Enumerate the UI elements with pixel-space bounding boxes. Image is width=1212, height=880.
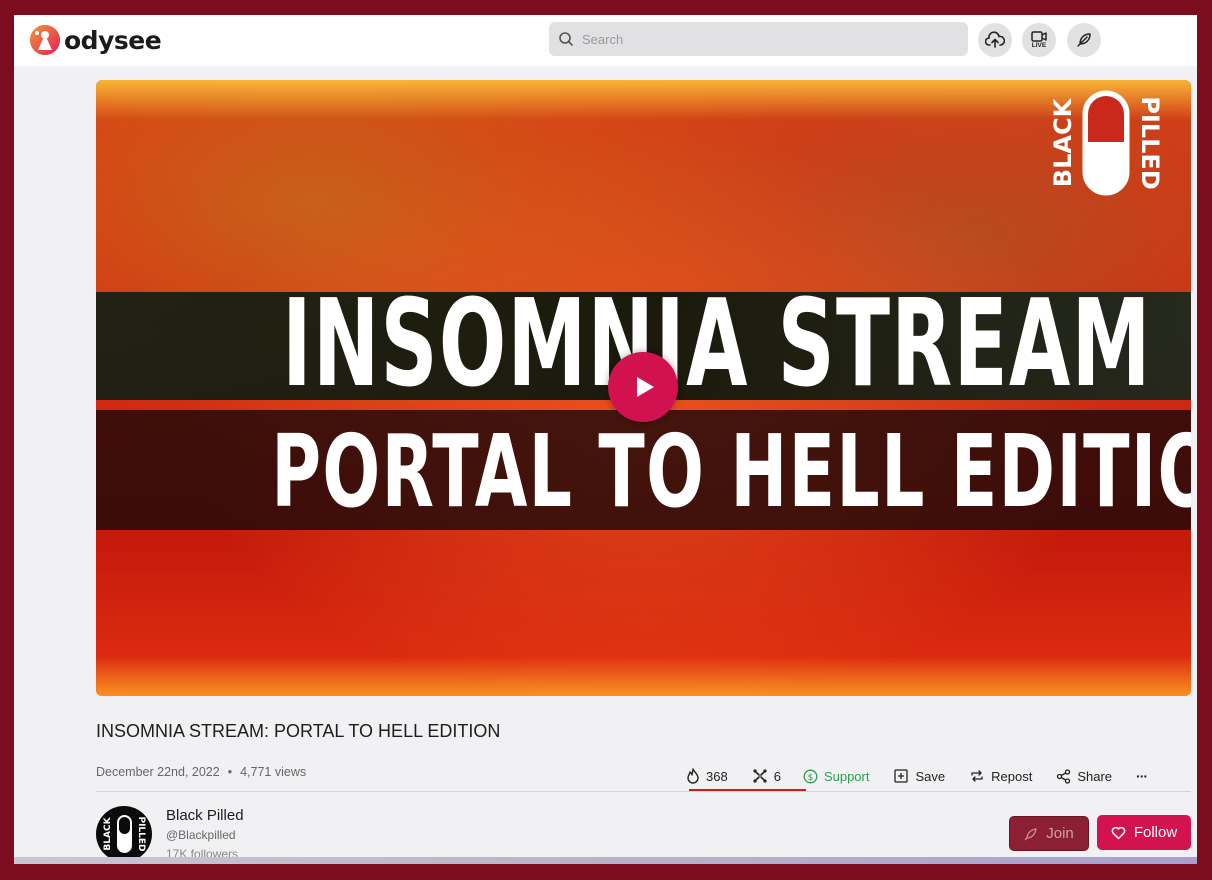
follow-button[interactable]: Follow (1097, 815, 1191, 850)
play-button[interactable] (608, 352, 678, 422)
fire-reaction-button[interactable]: 368 (686, 761, 728, 791)
repost-button[interactable]: Repost (969, 761, 1032, 791)
slime-reaction-button[interactable]: 6 (752, 761, 781, 791)
channel-avatar[interactable]: BLACK PILLED (96, 806, 152, 862)
upload-button[interactable] (978, 23, 1012, 57)
join-button[interactable]: Join (1009, 816, 1089, 851)
details-divider (96, 791, 1191, 792)
playlist-add-icon (894, 769, 909, 783)
share-button[interactable]: Share (1056, 761, 1112, 791)
save-button[interactable]: Save (893, 761, 945, 791)
save-label: Save (915, 768, 946, 784)
play-icon (637, 377, 654, 397)
video-title: INSOMNIA STREAM: PORTAL TO HELL EDITION (96, 721, 501, 741)
logo-text: odysee (64, 25, 162, 55)
search-bar[interactable] (549, 22, 968, 56)
rocket-icon (1024, 827, 1037, 840)
fire-count: 368 (706, 768, 728, 784)
thumbnail-title-line2: PORTAL TO HELL EDITION (271, 413, 1191, 530)
odysee-logo-icon (30, 25, 60, 55)
support-label: Support (823, 768, 870, 784)
coin-icon: $ (803, 769, 818, 783)
black-pilled-logo: BLACK PILLED (1049, 90, 1164, 196)
repost-icon (971, 770, 983, 782)
video-meta: December 22nd, 2022 • 4,771 views (96, 765, 306, 779)
bottom-strip (14, 857, 1197, 864)
search-icon (559, 32, 573, 46)
channel-handle[interactable]: @Blackpilled (166, 828, 236, 842)
svg-text:$: $ (808, 773, 814, 783)
fire-icon (687, 768, 699, 784)
cloud-upload-icon (985, 31, 1005, 48)
live-label: LIVE (1031, 41, 1047, 49)
heart-icon (1111, 826, 1126, 839)
view-count: 4,771 views (240, 765, 307, 779)
top-header: odysee LIVE (14, 15, 1197, 66)
follow-label: Follow (1133, 824, 1178, 841)
avatar-right-text: PILLED (136, 816, 146, 851)
share-icon (1057, 768, 1071, 784)
flame-border-top (96, 80, 1191, 120)
action-bar: 368 6 $ Support Save Repost Share ··· (686, 761, 1148, 791)
join-label: Join (1046, 825, 1074, 842)
publish-date: December 22nd, 2022 (96, 765, 220, 779)
more-options-button[interactable]: ··· (1136, 761, 1148, 791)
avatar-left-text: BLACK (103, 816, 113, 850)
publish-button[interactable] (1067, 23, 1101, 57)
black-pilled-avatar-icon: BLACK PILLED (103, 815, 146, 853)
support-button[interactable]: $ Support (803, 761, 870, 791)
video-camera-icon (1031, 30, 1047, 42)
go-live-button[interactable]: LIVE (1022, 23, 1056, 57)
video-player[interactable]: INSOMNIA STREAM PORTAL TO HELL EDITION B… (96, 80, 1191, 696)
feather-icon (1077, 33, 1091, 47)
more-icon: ··· (1136, 768, 1148, 784)
channel-name[interactable]: Black Pilled (166, 807, 244, 824)
brand-right-text: PILLED (1136, 96, 1164, 189)
odysee-logo[interactable]: odysee (29, 24, 162, 56)
meta-separator: • (227, 765, 233, 779)
slime-icon (753, 769, 767, 783)
flame-border-bottom (96, 656, 1191, 696)
search-input[interactable] (580, 30, 954, 48)
repost-label: Repost (991, 768, 1033, 784)
share-label: Share (1077, 768, 1113, 784)
brand-left-text: BLACK (1049, 97, 1077, 187)
app-window: odysee LIVE (14, 15, 1197, 864)
slime-count: 6 (773, 768, 781, 784)
